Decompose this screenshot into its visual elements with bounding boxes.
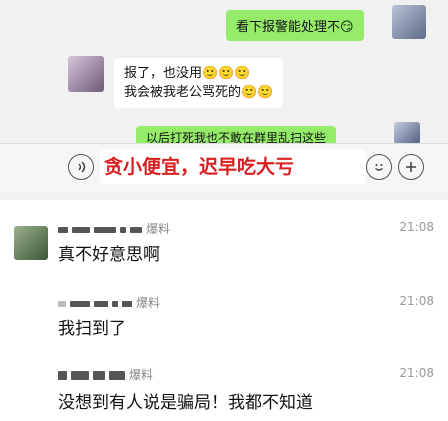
chat-screenshot-top: 看下报警能处理不😏 报了，也没用🙂🙂🙂 我会被我老公骂死的🙂🙂 以后打死我也不敢… bbox=[0, 0, 448, 200]
sender-name: 爆料 bbox=[58, 294, 160, 311]
incoming-message-bubble[interactable]: 报了，也没用🙂🙂🙂 我会被我老公骂死的🙂🙂 bbox=[114, 58, 284, 108]
message-time: 21:08 bbox=[399, 220, 434, 234]
message-text: 没想到有人说是骗局！我都不知道 bbox=[58, 393, 313, 413]
message-text: 报了，也没用🙂🙂🙂 bbox=[124, 66, 251, 81]
sender-name: 爆料 bbox=[58, 366, 153, 383]
message-input[interactable]: 贪小便宜，迟早吃大亏 bbox=[100, 150, 366, 184]
list-item[interactable]: 爆料 21:08 真不好意思啊 bbox=[0, 212, 448, 272]
list-item[interactable]: 爆料 21:08 没想到有人说是骗局！我都不知道 bbox=[0, 362, 448, 417]
message-text: 我扫到了 bbox=[58, 319, 126, 339]
outgoing-message-bubble[interactable]: 看下报警能处理不😏 bbox=[226, 10, 364, 41]
avatar[interactable] bbox=[392, 5, 426, 39]
input-bar: 贪小便宜，迟早吃大亏 bbox=[0, 143, 448, 192]
avatar[interactable] bbox=[14, 226, 48, 260]
list-item[interactable]: 爆料 21:08 我扫到了 bbox=[0, 290, 448, 340]
message-text: 看下报警能处理不😏 bbox=[236, 20, 354, 35]
message-time: 21:08 bbox=[399, 366, 434, 380]
message-text: 真不好意思啊 bbox=[58, 245, 160, 265]
voice-icon[interactable] bbox=[68, 154, 94, 180]
message-time: 21:08 bbox=[399, 294, 434, 308]
plus-icon[interactable] bbox=[398, 154, 424, 180]
avatar[interactable] bbox=[68, 56, 104, 92]
avatar[interactable] bbox=[394, 122, 420, 144]
sender-name: 爆料 bbox=[58, 220, 170, 237]
message-text: 我会被我老公骂死的🙂🙂 bbox=[124, 85, 274, 100]
emoji-icon[interactable] bbox=[366, 154, 392, 180]
